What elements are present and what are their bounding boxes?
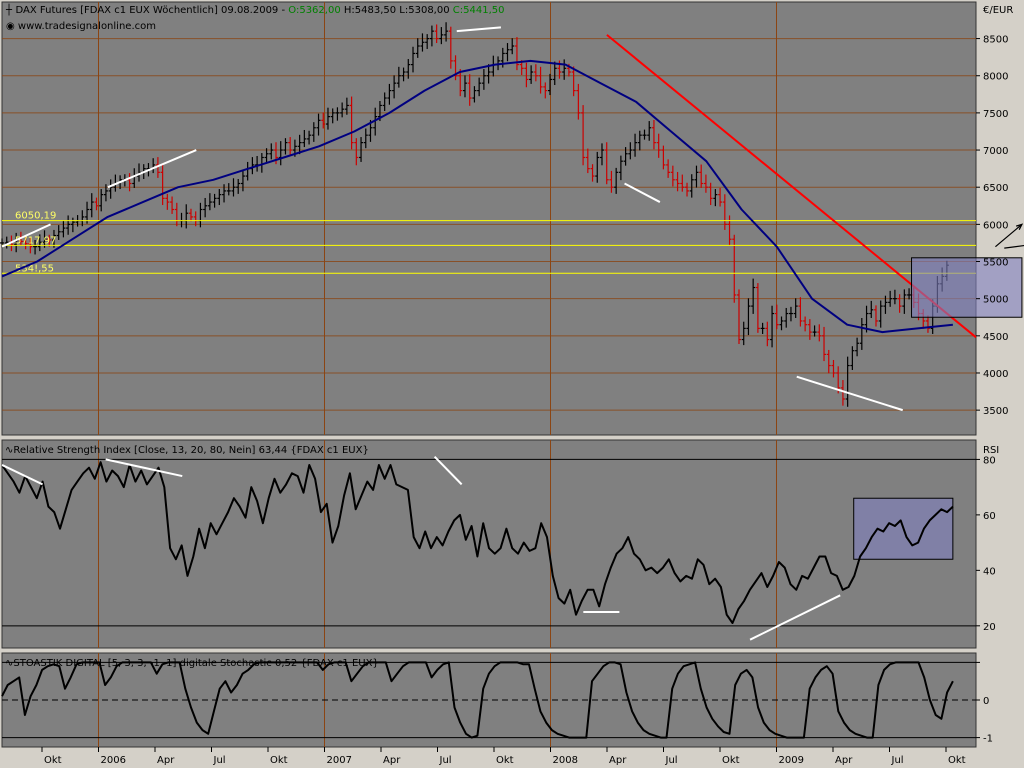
stoch-y-tick-label: 0 [983, 696, 989, 707]
x-tick-label: Jul [665, 755, 678, 766]
rsi-y-tick-label: 80 [983, 455, 996, 466]
rsi-y-tick-label: 40 [983, 566, 996, 577]
y-tick-label: 4000 [983, 369, 1008, 380]
trading-chart-window: 6050,19 5717,97 534!,55 Okt 2006 Apr Jul Okt 20… [0, 0, 1024, 768]
price-panel-title: ┼ DAX Futures [FDAX c1 EUX Wöchentlich] … [5, 3, 504, 16]
x-tick-label: Okt [722, 755, 740, 766]
website-label: ◉ www.tradesignalonline.com [6, 21, 156, 32]
x-tick-label: 2009 [779, 755, 804, 766]
stochastic-panel-title: ∿STOASTIK DIGITAL [5, 3, 3, -1, 1] digit… [5, 658, 379, 669]
stoch-y-tick-label: -1 [983, 734, 993, 745]
rsi-panel-title: ∿Relative Strength Index [Close, 13, 20,… [5, 445, 369, 456]
rsi-axis-label: RSI [983, 445, 999, 456]
y-tick-label: 3500 [983, 406, 1008, 417]
support-line-label: 6050,19 [15, 211, 56, 222]
x-tick-label: Okt [948, 755, 966, 766]
x-tick-label: Jul [891, 755, 904, 766]
x-tick-label: 2006 [101, 755, 126, 766]
y-tick-label: 5500 [983, 258, 1008, 269]
x-tick-label: Okt [496, 755, 514, 766]
y-tick-label: 6500 [983, 183, 1008, 194]
x-tick-label: Jul [439, 755, 452, 766]
x-tick-label: Apr [609, 755, 627, 766]
y-tick-label: 6000 [983, 220, 1008, 231]
x-tick-label: 2008 [553, 755, 578, 766]
y-tick-label: 5000 [983, 295, 1008, 306]
chart-canvas: 6050,195717,97534!,55 Okt 2006 Apr Jul Okt 20… [0, 1, 1024, 766]
x-tick-label: Okt [270, 755, 288, 766]
price-unit-label: €/EUR [983, 5, 1013, 16]
x-tick-label: 2007 [327, 755, 352, 766]
x-tick-label: Jul [213, 755, 226, 766]
forecast-arrow [1004, 244, 1024, 249]
y-tick-label: 7000 [983, 146, 1008, 157]
x-tick-label: Apr [383, 755, 401, 766]
rsi-y-tick-label: 60 [983, 511, 996, 522]
y-tick-label: 7500 [983, 109, 1008, 120]
y-tick-label: 8500 [983, 35, 1008, 46]
x-tick-label: Okt [44, 755, 62, 766]
y-tick-label: 8000 [983, 72, 1008, 83]
x-tick-label: Apr [157, 755, 175, 766]
x-tick-label: Apr [835, 755, 853, 766]
rsi-y-tick-label: 20 [983, 622, 996, 633]
y-tick-label: 4500 [983, 332, 1008, 343]
